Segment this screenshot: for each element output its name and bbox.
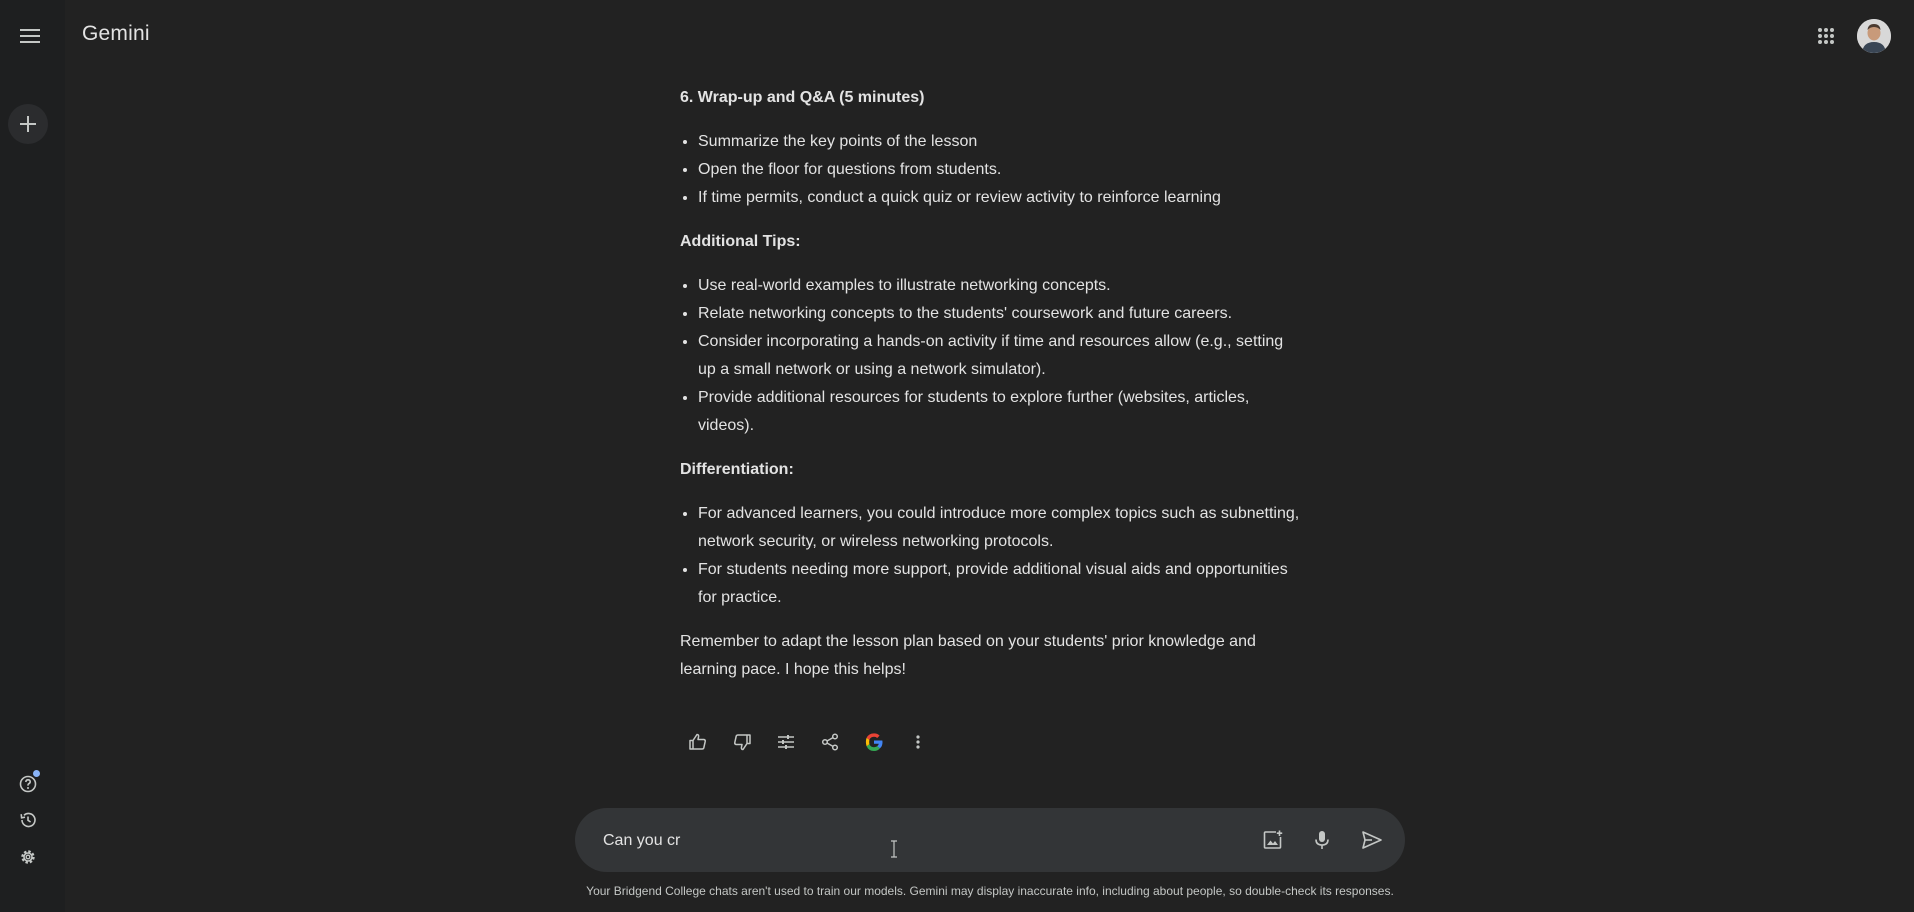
list-item: Consider incorporating a hands-on activi… <box>698 328 1300 384</box>
send-icon <box>1362 831 1382 849</box>
thumbs-up-icon <box>689 733 706 750</box>
add-photo-icon <box>1263 830 1283 849</box>
upload-image-button[interactable] <box>1253 820 1293 860</box>
google-icon <box>865 733 883 751</box>
bad-response-button[interactable] <box>720 724 764 760</box>
model-response: 6. Wrap-up and Q&A (5 minutes) Summarize… <box>680 84 1300 684</box>
sidebar <box>0 0 65 912</box>
response-actions <box>676 724 940 760</box>
main-menu-button[interactable] <box>10 16 50 56</box>
settings-button[interactable] <box>14 843 42 871</box>
tune-icon <box>778 735 794 749</box>
section-heading: 6. Wrap-up and Q&A (5 minutes) <box>680 89 925 106</box>
prompt-composer <box>575 808 1405 872</box>
bullet-list: Use real-world examples to illustrate ne… <box>680 272 1300 440</box>
account-avatar[interactable] <box>1857 19 1891 53</box>
closing-paragraph: Remember to adapt the lesson plan based … <box>680 633 1256 678</box>
list-item: Provide additional resources for student… <box>698 384 1300 440</box>
bullet-list: For advanced learners, you could introdu… <box>680 500 1300 612</box>
help-button[interactable] <box>14 770 42 798</box>
prompt-input[interactable] <box>601 825 1245 857</box>
history-icon <box>20 812 36 828</box>
apps-grid-icon <box>1818 28 1834 44</box>
thumbs-down-icon <box>734 734 751 751</box>
more-vert-icon <box>916 735 920 749</box>
modify-response-button[interactable] <box>764 724 808 760</box>
list-item: Relate networking concepts to the studen… <box>698 300 1300 328</box>
help-icon <box>19 775 37 793</box>
list-item: Open the floor for questions from studen… <box>698 156 1300 184</box>
avatar-image <box>1857 19 1891 53</box>
list-item: For students needing more support, provi… <box>698 556 1300 612</box>
send-button[interactable] <box>1352 820 1392 860</box>
bullet-list: Summarize the key points of the lesson O… <box>680 128 1300 212</box>
good-response-button[interactable] <box>676 724 720 760</box>
section-heading: Differentiation: <box>680 461 794 478</box>
plus-icon <box>20 116 36 132</box>
list-item: If time permits, conduct a quick quiz or… <box>698 184 1300 212</box>
hamburger-menu-icon <box>20 29 40 43</box>
share-button[interactable] <box>808 724 852 760</box>
microphone-icon <box>1315 831 1329 849</box>
voice-input-button[interactable] <box>1302 820 1342 860</box>
list-item: Use real-world examples to illustrate ne… <box>698 272 1300 300</box>
double-check-button[interactable] <box>852 724 896 760</box>
more-options-button[interactable] <box>896 724 940 760</box>
google-apps-button[interactable] <box>1806 20 1846 52</box>
text-cursor-icon <box>891 840 897 858</box>
list-item: For advanced learners, you could introdu… <box>698 500 1300 556</box>
disclaimer-text: Your Bridgend College chats aren't used … <box>586 884 1394 898</box>
app-title: Gemini <box>82 22 150 45</box>
activity-button[interactable] <box>14 806 42 834</box>
section-heading: Additional Tips: <box>680 233 801 250</box>
notification-dot <box>33 770 40 777</box>
new-chat-button[interactable] <box>8 104 48 144</box>
list-item: Summarize the key points of the lesson <box>698 128 1300 156</box>
gear-icon <box>21 850 35 864</box>
share-icon <box>821 733 839 751</box>
